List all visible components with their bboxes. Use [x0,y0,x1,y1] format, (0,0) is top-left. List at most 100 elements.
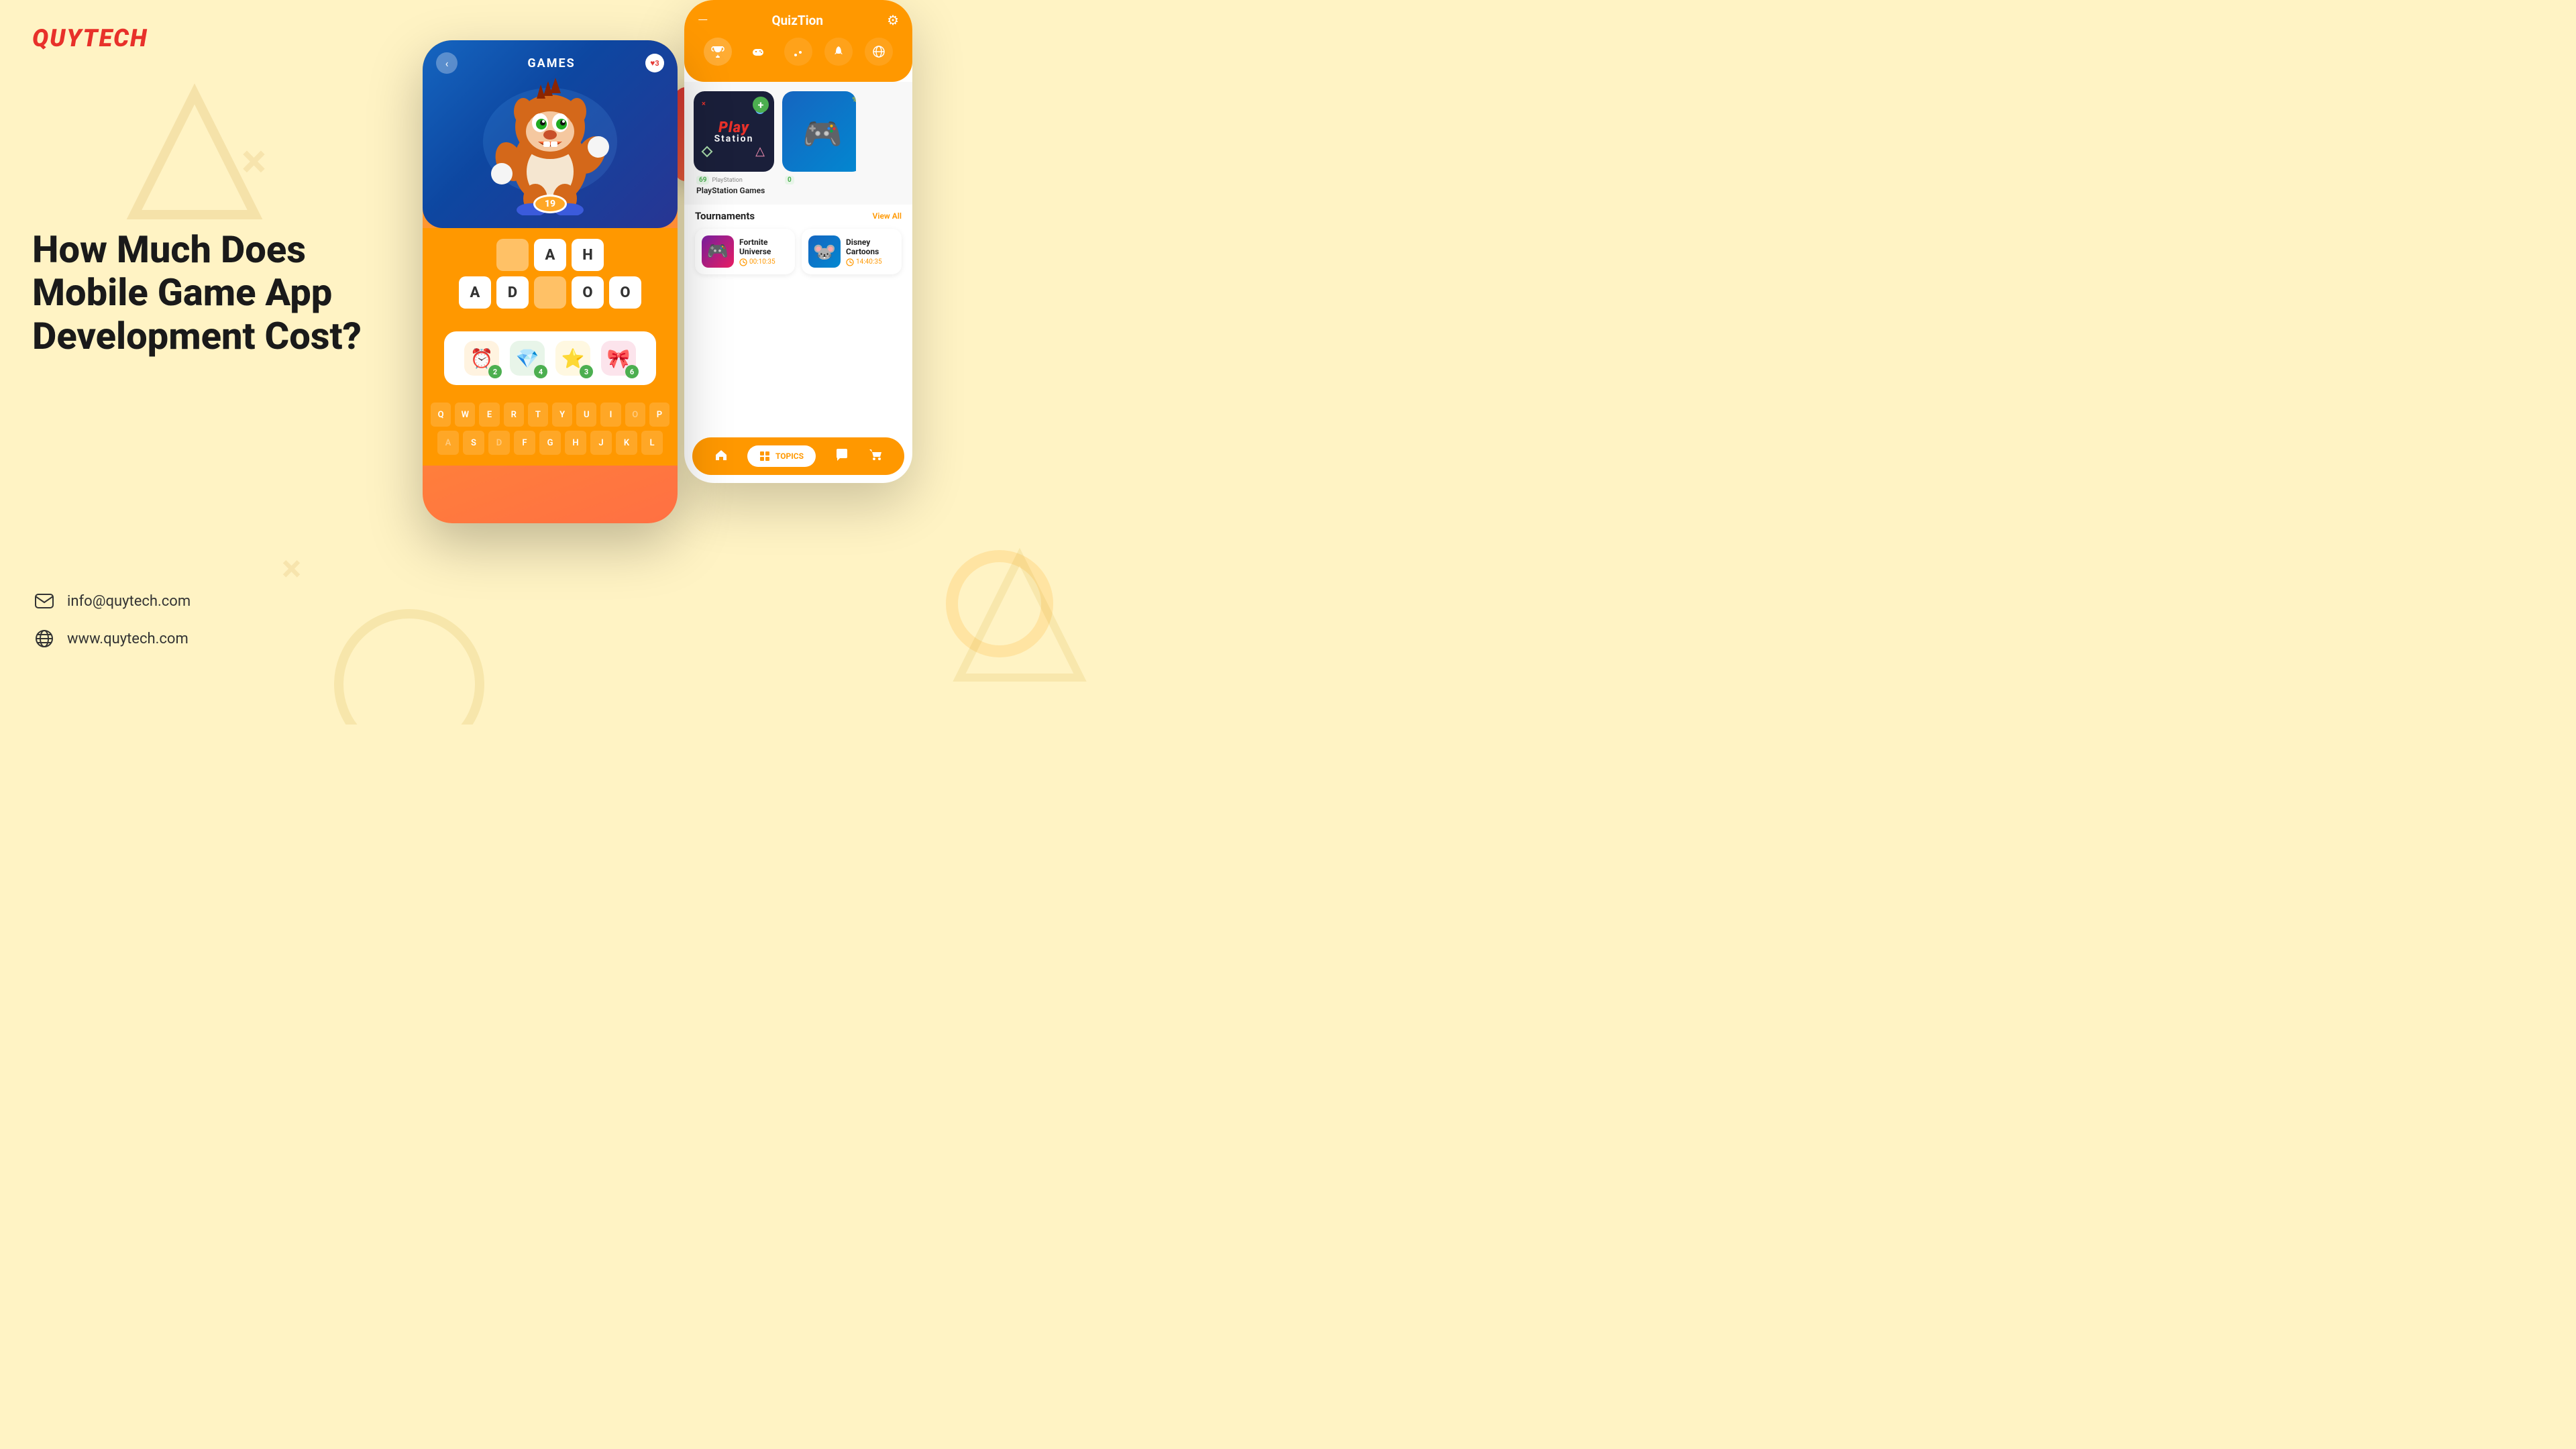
playstation-add-btn[interactable]: + [753,97,769,113]
games-list: × △ Play Station + 69 PlayStation [694,91,903,199]
tile-h[interactable]: H [572,239,604,271]
playstation-game-card[interactable]: × △ Play Station + 69 PlayStation [694,91,774,199]
email-text: info@quytech.com [67,593,191,610]
playstation-card-info: 69 PlayStation PlayStation Games [694,172,774,199]
playstation-card-image: × △ Play Station + [694,91,774,172]
key-y[interactable]: Y [552,402,572,427]
disney-info: Disney Cartoons 14:40:35 [846,237,895,266]
tab-gamepad[interactable] [744,38,772,66]
playstation-name: PlayStation Games [696,186,771,195]
nav-bar: TOPICS [692,437,904,475]
website-text: www.quytech.com [67,631,189,647]
anime-game-card[interactable]: 🎮 % 0 [782,91,856,199]
powerup-star[interactable]: ⭐ 3 [555,341,590,376]
view-all-btn[interactable]: View All [873,211,902,221]
key-j[interactable]: J [590,431,612,455]
website-contact: www.quytech.com [32,627,191,651]
key-w[interactable]: W [455,402,475,427]
globe-icon [865,38,893,66]
left-content: How Much Does Mobile Game App Developmen… [32,228,381,384]
tournament-cards-list: 🎮 Fortnite Universe 00:10:35 🐭 Disney Ca… [695,229,902,274]
powerup-timer[interactable]: ⏰ 2 [464,341,499,376]
word-game-phone: ‹ GAMES ♥ 3 [423,40,678,523]
quiz-settings-icon[interactable]: ⚙ [887,12,899,28]
email-contact: info@quytech.com [32,589,191,613]
fortnite-name: Fortnite Universe [739,237,788,256]
key-t[interactable]: T [528,402,548,427]
bottom-navigation: TOPICS [692,437,904,475]
word-row-2: A D O O [436,276,664,309]
key-g[interactable]: G [539,431,561,455]
key-l[interactable]: L [641,431,663,455]
powerup-count-4: 6 [625,365,639,378]
game-header: ‹ GAMES ♥ 3 [423,40,678,228]
word-row-1: A H [436,239,664,271]
tournaments-section: Tournaments View All 🎮 Fortnite Universe… [684,205,912,280]
key-f[interactable]: F [514,431,535,455]
game-nav: ‹ GAMES ♥ 3 [423,52,678,74]
key-h[interactable]: H [565,431,586,455]
tile-empty-2[interactable] [534,276,566,309]
playstation-logo: Play Station [714,91,754,172]
nav-chat-btn[interactable] [835,447,849,466]
tab-music[interactable] [784,38,812,66]
tile-d[interactable]: D [496,276,529,309]
gamepad-icon [744,38,772,66]
email-icon [32,589,56,613]
trophy-icon [704,38,732,66]
level-badge: 19 [533,195,567,213]
key-r[interactable]: R [504,402,524,427]
key-d[interactable]: D [488,431,510,455]
tile-o2[interactable]: O [609,276,641,309]
game-title: GAMES [527,56,575,70]
rating-badge-anime: 0 [785,176,794,184]
main-heading: How Much Does Mobile Game App Developmen… [32,228,381,358]
tile-a[interactable]: A [534,239,566,271]
key-u[interactable]: U [576,402,596,427]
rocket-icon [824,38,853,66]
key-o[interactable]: O [625,402,645,427]
nav-home-btn[interactable] [714,447,729,466]
playstation-rating: 69 PlayStation [696,176,771,184]
nav-topics-btn[interactable]: TOPICS [747,445,816,467]
powerup-gem[interactable]: 💎 4 [510,341,545,376]
key-k[interactable]: K [616,431,637,455]
quiz-app-phone: — QuizTion ⚙ [684,0,912,483]
word-tiles-area: A H A D O O [423,228,678,321]
tournaments-title: Tournaments [695,210,755,222]
disney-timer: 14:40:35 [846,258,895,266]
tab-globe[interactable] [865,38,893,66]
fortnite-info: Fortnite Universe 00:10:35 [739,237,788,266]
tournament-fortnite[interactable]: 🎮 Fortnite Universe 00:10:35 [695,229,795,274]
key-e[interactable]: E [479,402,499,427]
music-icon [784,38,812,66]
nav-cart-btn[interactable] [868,447,883,466]
anime-card-info: 0 [782,172,856,190]
header: QUYTECH [32,24,148,52]
key-i[interactable]: I [600,402,621,427]
tile-o1[interactable]: O [572,276,604,309]
fortnite-timer: 00:10:35 [739,258,788,266]
rating-badge: 69 [696,176,709,184]
contact-section: info@quytech.com www.quytech.com [32,589,191,664]
tile-a2[interactable]: A [459,276,491,309]
tab-rocket[interactable] [824,38,853,66]
powerup-gift[interactable]: 🎀 6 [601,341,636,376]
quiz-minimize-btn[interactable]: — [698,12,708,28]
disney-name: Disney Cartoons [846,237,895,256]
key-a[interactable]: A [437,431,459,455]
fortnite-thumbnail: 🎮 [702,235,734,268]
back-button[interactable]: ‹ [436,52,458,74]
tile-empty-1[interactable] [496,239,529,271]
keyboard-row-1: Q W E R T Y U I O P [431,402,669,427]
brand-logo: QUYTECH [32,24,148,52]
topics-label: TOPICS [775,451,804,461]
key-p[interactable]: P [649,402,669,427]
key-q[interactable]: Q [431,402,451,427]
tournament-disney[interactable]: 🐭 Disney Cartoons 14:40:35 [802,229,902,274]
quiz-app-title: QuizTion [771,13,823,28]
heart-badge: ♥ 3 [645,54,664,72]
key-s[interactable]: S [463,431,484,455]
tab-games[interactable] [704,38,732,66]
powerup-count-1: 2 [488,365,502,378]
